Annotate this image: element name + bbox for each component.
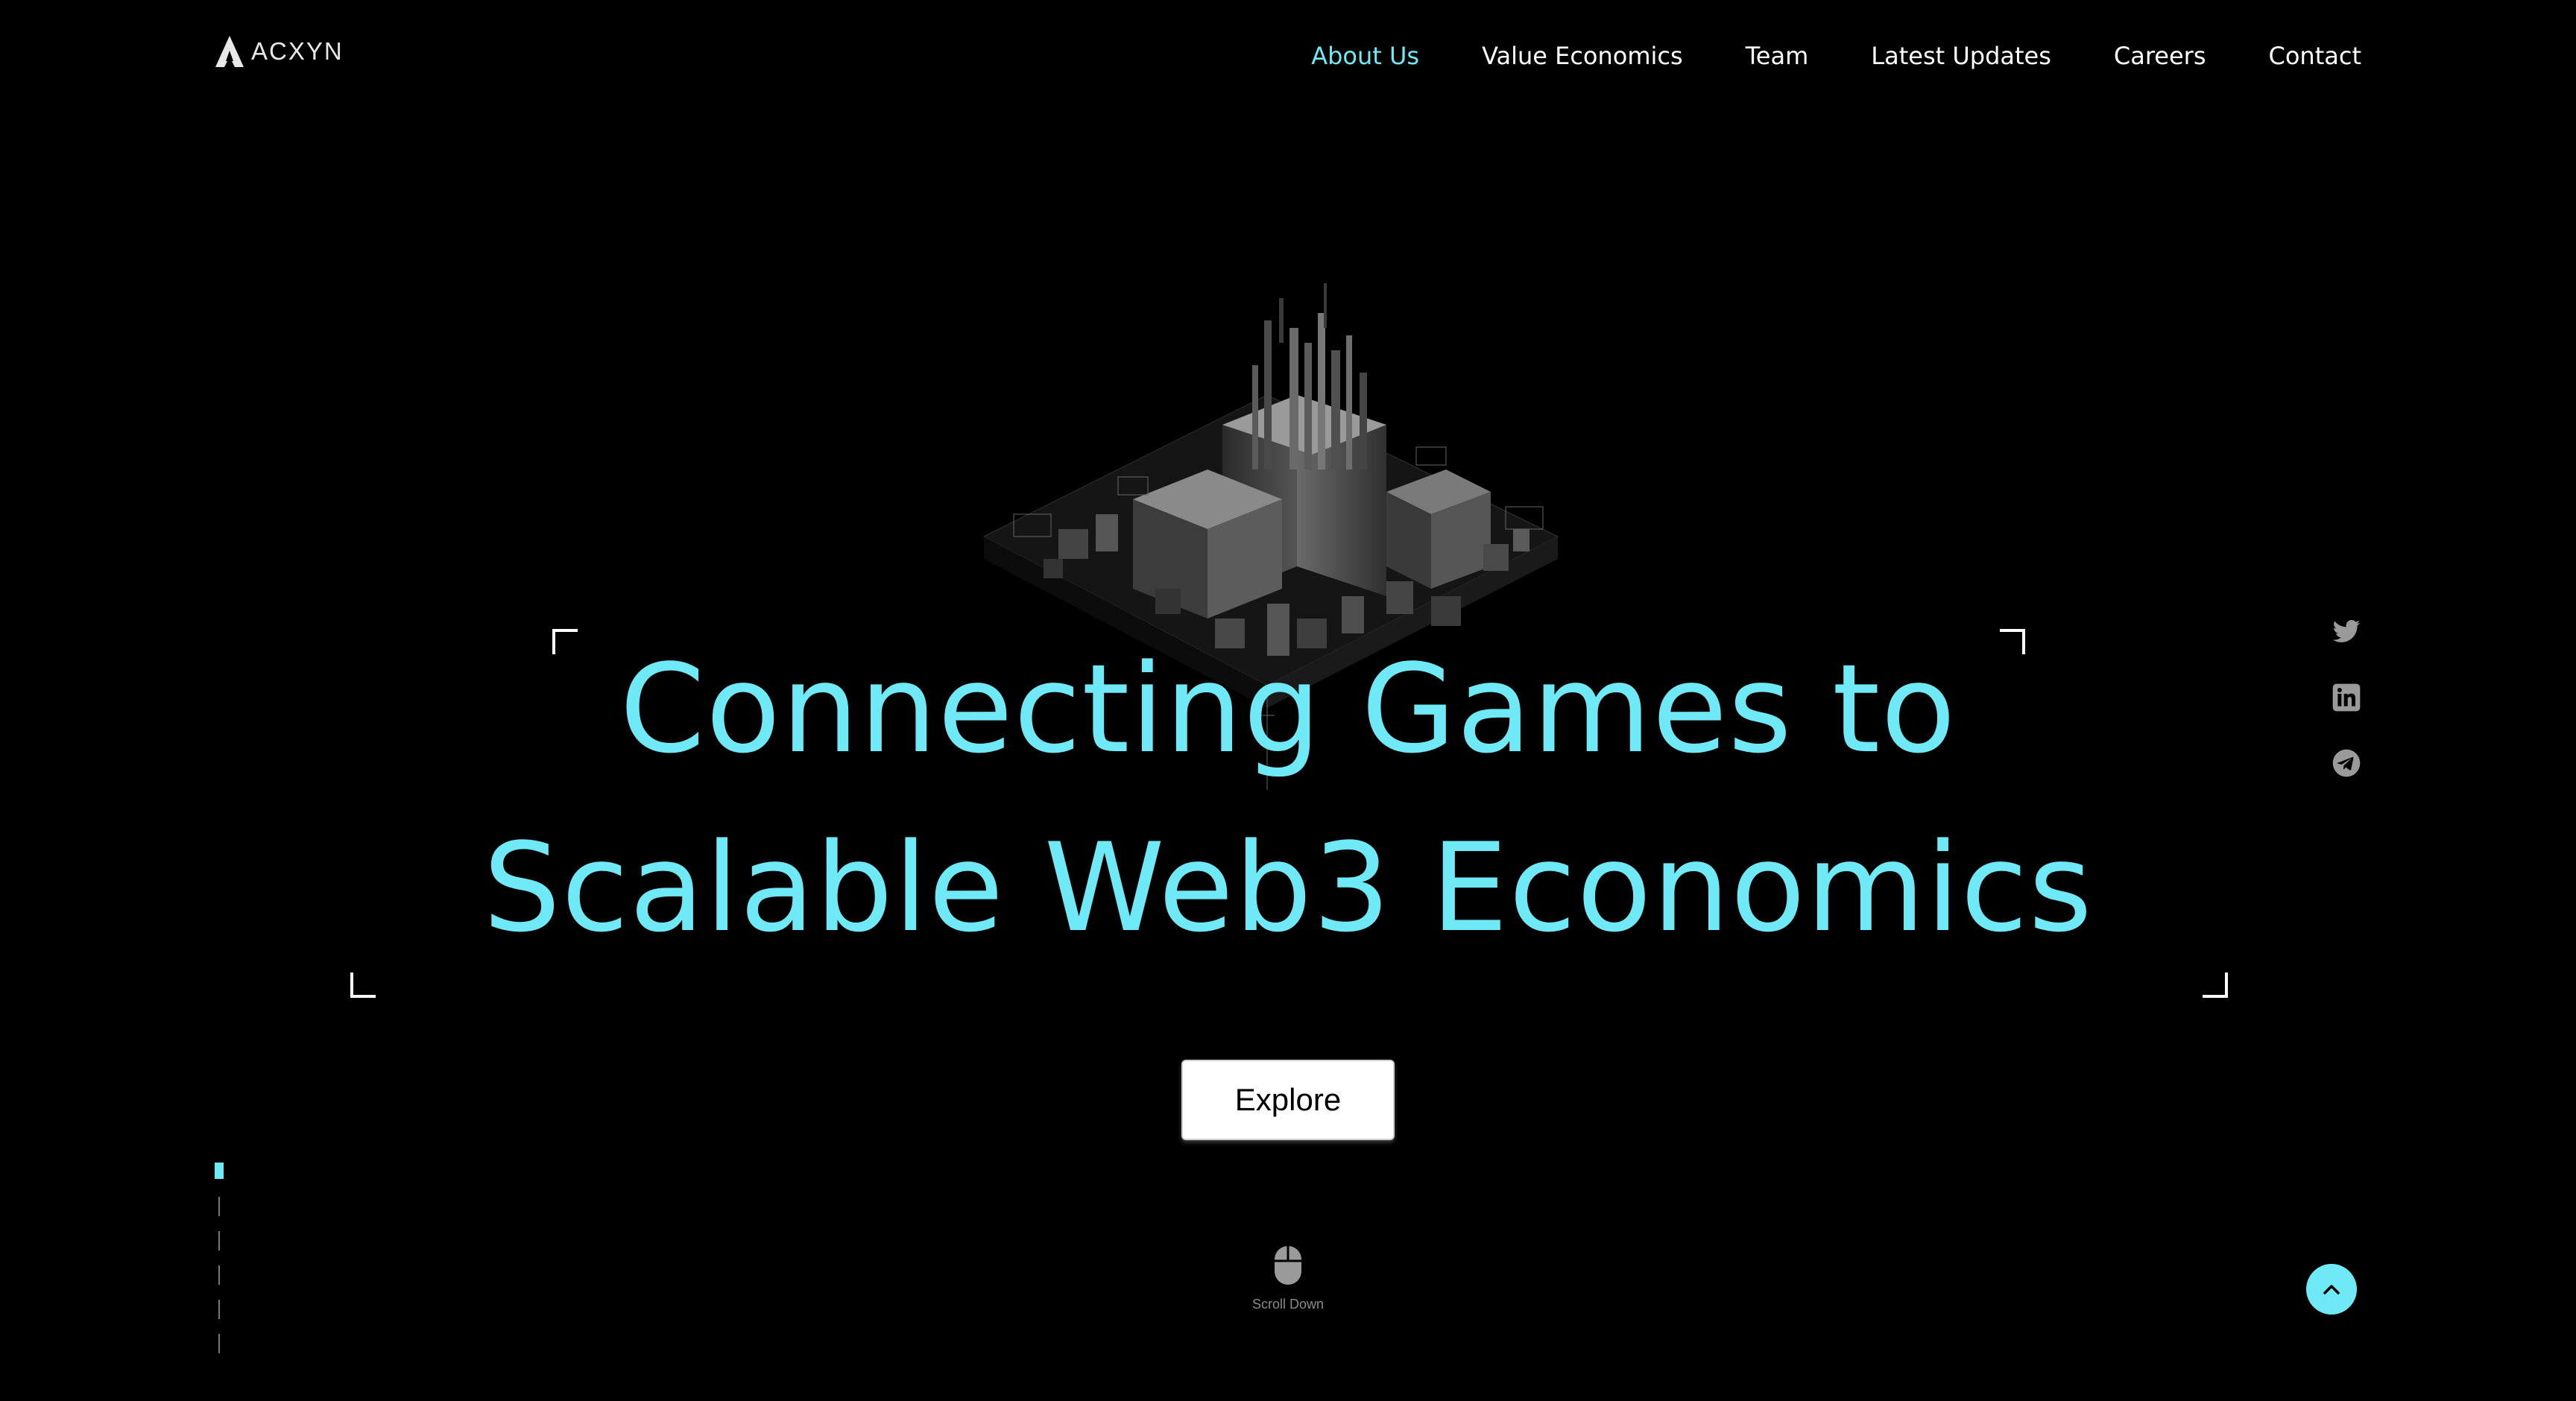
main-nav: About Us Value Economics Team Latest Upd…: [1311, 42, 2361, 70]
progress-active-dot: [215, 1163, 224, 1179]
scroll-down-label: Scroll Down: [1251, 1297, 1325, 1312]
nav-team[interactable]: Team: [1746, 42, 1809, 70]
page: ACXYN About Us Value Economics Team Late…: [0, 0, 2576, 1401]
progress-tick: [218, 1231, 220, 1250]
progress-tick: [218, 1300, 220, 1319]
twitter-icon[interactable]: [2332, 617, 2361, 647]
social-links: [2332, 617, 2361, 778]
progress-tick: [218, 1334, 220, 1353]
hero-headline-line2: Scalable Web3 Economics: [483, 817, 2093, 959]
logo-text: ACXYN: [251, 37, 344, 65]
chevron-up-icon: [2323, 1285, 2340, 1294]
progress-tick: [218, 1265, 220, 1285]
back-to-top-button[interactable]: [2306, 1264, 2357, 1315]
nav-careers[interactable]: Careers: [2114, 42, 2206, 70]
mouse-icon: [1275, 1246, 1301, 1285]
telegram-icon[interactable]: [2332, 748, 2361, 778]
nav-latest-updates[interactable]: Latest Updates: [1871, 42, 2051, 70]
nav-contact[interactable]: Contact: [2269, 42, 2362, 70]
section-progress-indicator: [215, 1163, 224, 1353]
scroll-down-indicator[interactable]: Scroll Down: [1237, 1245, 1339, 1312]
nav-about-us[interactable]: About Us: [1311, 42, 1419, 70]
hero-headline-line1: Connecting Games to: [619, 638, 1957, 780]
linkedin-icon[interactable]: [2332, 683, 2361, 712]
logo[interactable]: ACXYN: [214, 33, 344, 70]
explore-button[interactable]: Explore: [1181, 1060, 1395, 1140]
frame-corner-bottom-right: [2203, 973, 2228, 998]
progress-tick: [218, 1197, 220, 1216]
nav-value-economics[interactable]: Value Economics: [1482, 42, 1683, 70]
logo-icon: [215, 36, 244, 67]
frame-corner-bottom-left: [350, 973, 376, 998]
